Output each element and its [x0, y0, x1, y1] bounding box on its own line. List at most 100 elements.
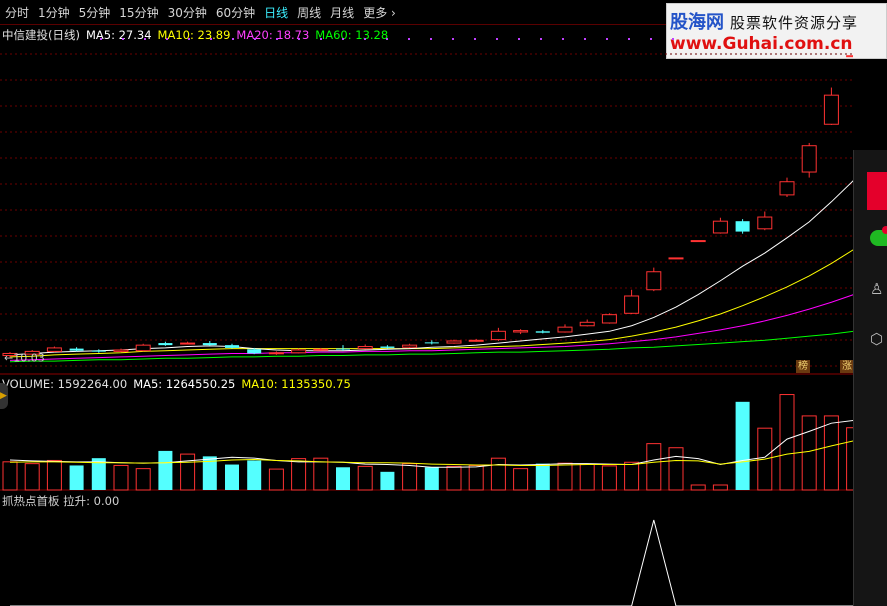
- candle-up: [668, 257, 684, 260]
- volume-bar: [424, 467, 439, 490]
- volume-readout: VOLUME: 1592264.00: [2, 377, 128, 391]
- cube-icon[interactable]: ⬡: [870, 330, 887, 348]
- volume-ma10-line: [9, 440, 853, 466]
- rise-badge[interactable]: 涨: [840, 360, 854, 373]
- volume-bar: [402, 463, 418, 491]
- candle-down: [202, 343, 217, 346]
- volume-bar: [247, 460, 262, 490]
- reference-dot: [276, 38, 278, 40]
- reference-dot: [188, 38, 190, 40]
- volume-bar: [135, 468, 151, 491]
- candle-up: [690, 240, 706, 243]
- volume-bar: [490, 457, 506, 491]
- reference-dot: [672, 38, 674, 40]
- volume-bar: [158, 450, 173, 490]
- candle-down: [225, 345, 239, 348]
- reference-dot: [364, 38, 366, 40]
- indicator-title: 抓热点首板: [2, 494, 60, 508]
- period-tab-4[interactable]: 30分钟: [163, 4, 211, 21]
- period-tab-5[interactable]: 60分钟: [211, 4, 259, 21]
- volume-bar: [735, 401, 750, 490]
- candle-up: [313, 348, 329, 351]
- volume-bar: [779, 394, 795, 491]
- user-icon[interactable]: ♙: [870, 280, 887, 298]
- volume-panel-header: VOLUME: 1592264.00 MA5: 1264550.25 MA10: 1…: [2, 377, 357, 391]
- period-tab-7[interactable]: 周线: [292, 4, 325, 21]
- period-tab-6[interactable]: 日线: [259, 4, 292, 21]
- volume-bar: [46, 459, 62, 491]
- candle-up: [46, 347, 62, 352]
- candle-up: [513, 330, 529, 333]
- candle-up: [557, 326, 573, 333]
- volume-bar: [380, 471, 395, 490]
- kline-chart[interactable]: ←10.03: [0, 24, 853, 606]
- reference-dot: [628, 38, 630, 40]
- candle-up: [490, 330, 506, 341]
- rank-badge[interactable]: 榜: [796, 360, 810, 373]
- candle-up: [357, 346, 373, 350]
- candle-up: [757, 216, 773, 230]
- candle-up: [402, 344, 418, 348]
- reference-dot: [386, 38, 388, 40]
- period-tab-2[interactable]: 5分钟: [74, 4, 115, 21]
- volume-bar: [313, 457, 329, 491]
- volume-bar: [513, 468, 529, 491]
- reference-dot: [584, 38, 586, 40]
- volume-bar: [113, 464, 129, 491]
- reference-dot: [496, 38, 498, 40]
- volume-bar: [712, 484, 728, 491]
- collapse-left-tab[interactable]: ▶: [0, 383, 8, 409]
- reference-dot: [122, 38, 124, 40]
- reference-dot: [408, 38, 410, 40]
- indicator-panel-header: 抓热点首板 拉升: 0.00: [2, 493, 119, 509]
- candle-up: [268, 352, 284, 355]
- volume-bar: [357, 465, 373, 491]
- volume-bar: [557, 462, 573, 491]
- reference-dot: [254, 38, 256, 40]
- volume-bar: [69, 465, 84, 490]
- candle-up: [801, 145, 817, 173]
- volume-ma5-line: [9, 420, 853, 468]
- volume-bar: [336, 467, 350, 490]
- reference-dot: [144, 38, 146, 40]
- ma10-line: [9, 249, 853, 358]
- candle-up: [779, 181, 795, 196]
- volume-bar: [2, 461, 18, 491]
- volume-bar: [823, 415, 839, 491]
- indicator-line: [10, 519, 853, 606]
- ma5-line: [9, 180, 853, 356]
- reference-dot: [342, 38, 344, 40]
- reference-dot: [100, 38, 102, 40]
- candle-up: [624, 295, 640, 314]
- volume-bar: [668, 447, 684, 491]
- candle-up: [601, 314, 617, 324]
- period-tab-9[interactable]: 更多: [358, 4, 400, 21]
- period-tab-3[interactable]: 15分钟: [114, 4, 162, 21]
- side-red-tab[interactable]: [867, 172, 887, 210]
- volume-bar: [468, 464, 484, 491]
- candle-down: [380, 346, 395, 348]
- reference-dot: [166, 38, 168, 40]
- candle-up: [468, 339, 484, 342]
- volume-bar: [579, 463, 595, 491]
- volume-bar: [180, 453, 196, 491]
- period-tab-1[interactable]: 1分钟: [33, 4, 74, 21]
- volume-bar: [601, 465, 617, 491]
- volume-bar: [291, 458, 307, 491]
- candle-up: [446, 340, 462, 344]
- volume-ma5-readout: MA5: 1264550.25: [133, 377, 236, 391]
- reference-dot: [518, 38, 520, 40]
- period-tab-8[interactable]: 月线: [325, 4, 358, 21]
- volume-bar: [624, 461, 640, 491]
- candle-up: [113, 349, 129, 352]
- candle-down: [91, 350, 106, 352]
- candle-down: [424, 342, 439, 344]
- reference-dot: [430, 38, 432, 40]
- volume-bar: [446, 465, 462, 491]
- period-tab-0[interactable]: 分时: [0, 4, 33, 21]
- side-toolbar: ♙ ⬡: [853, 150, 887, 606]
- reference-dot: [540, 38, 542, 40]
- volume-bar: [646, 443, 662, 491]
- candle-down: [247, 349, 262, 354]
- candle-up: [646, 271, 662, 291]
